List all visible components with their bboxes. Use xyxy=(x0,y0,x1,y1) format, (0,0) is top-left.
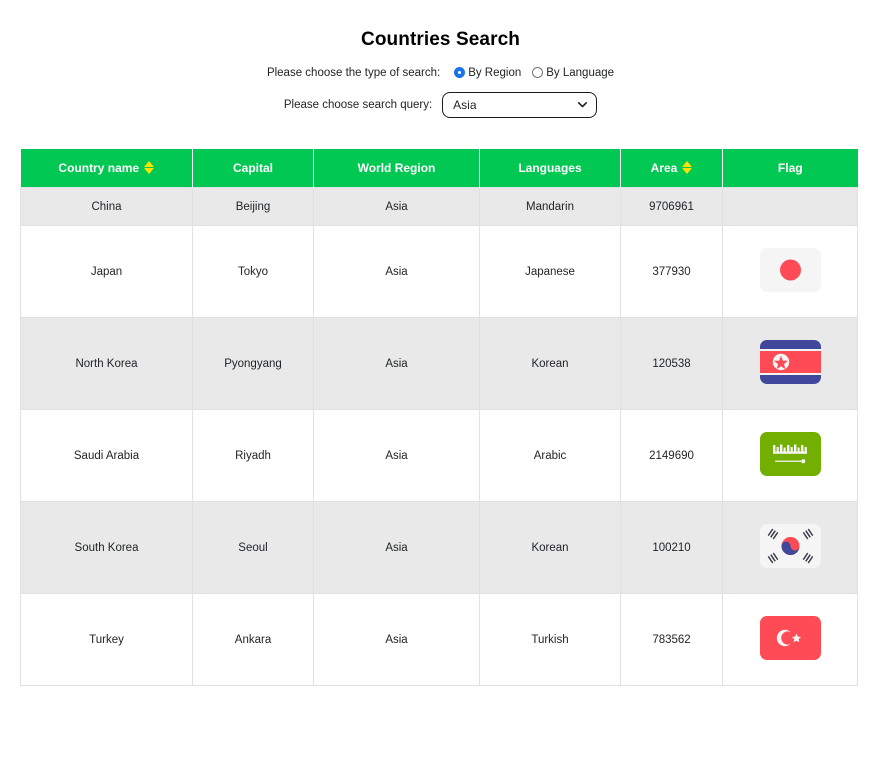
cell-languages: Arabic xyxy=(479,409,621,503)
table-row: China Beijing Asia Mandarin 9706961 xyxy=(20,187,858,227)
cell-area: 9706961 xyxy=(620,187,723,227)
cell-flag xyxy=(722,593,858,687)
column-label-flag: Flag xyxy=(777,160,803,175)
cell-country-name: Japan xyxy=(20,225,193,319)
cell-capital: Riyadh xyxy=(192,409,314,503)
cell-flag xyxy=(722,225,858,319)
column-header-flag[interactable]: Flag xyxy=(722,148,858,188)
column-header-capital[interactable]: Capital xyxy=(192,148,314,188)
table-header-row: Country name Capital World Region Langua… xyxy=(20,148,858,188)
flag-saudi-arabia-icon xyxy=(759,432,821,479)
cell-capital: Beijing xyxy=(192,187,314,227)
cell-languages: Turkish xyxy=(479,593,621,687)
flag-south-korea-icon xyxy=(759,524,821,571)
column-header-country-name[interactable]: Country name xyxy=(20,148,193,188)
column-header-languages[interactable]: Languages xyxy=(479,148,621,188)
search-type-radio-group[interactable]: By Region By Language xyxy=(454,67,614,79)
column-label-world-region: World Region xyxy=(357,160,436,175)
cell-world-region: Asia xyxy=(313,225,480,319)
search-query-row: Please choose search query: Asia xyxy=(0,91,881,118)
cell-capital: Ankara xyxy=(192,593,314,687)
column-label-country-name: Country name xyxy=(58,160,140,175)
cell-world-region: Asia xyxy=(313,317,480,411)
column-label-languages: Languages xyxy=(518,160,582,175)
cell-capital: Tokyo xyxy=(192,225,314,319)
cell-languages: Korean xyxy=(479,501,621,595)
radio-label-by-language: By Language xyxy=(546,66,615,79)
flag-turkey-icon xyxy=(759,616,821,663)
table-row: North Korea Pyongyang Asia Korean 120538 xyxy=(20,317,858,411)
cell-area: 100210 xyxy=(620,501,723,595)
cell-area: 2149690 xyxy=(620,409,723,503)
table-row: Saudi Arabia Riyadh Asia Arabic 2149690 xyxy=(20,409,858,503)
cell-world-region: Asia xyxy=(313,409,480,503)
cell-languages: Korean xyxy=(479,317,621,411)
search-query-selected-value: Asia xyxy=(453,97,477,112)
cell-world-region: Asia xyxy=(313,501,480,595)
search-query-select[interactable]: Asia xyxy=(442,91,598,118)
cell-flag xyxy=(722,187,858,227)
search-controls: Please choose the type of search: By Reg… xyxy=(0,67,881,118)
cell-flag xyxy=(722,501,858,595)
cell-capital: Seoul xyxy=(192,501,314,595)
cell-country-name: China xyxy=(20,187,193,227)
table-row: Japan Tokyo Asia Japanese 377930 xyxy=(20,225,858,319)
cell-languages: Mandarin xyxy=(479,187,621,227)
countries-table-body: China Beijing Asia Mandarin 9706961 Japan Toky… xyxy=(20,187,858,687)
cell-world-region: Asia xyxy=(313,187,480,227)
cell-area: 120538 xyxy=(620,317,723,411)
search-type-row: Please choose the type of search: By Reg… xyxy=(0,67,881,79)
table-row: South Korea Seoul Asia Korean 100210 xyxy=(20,501,858,595)
cell-country-name: Turkey xyxy=(20,593,193,687)
radio-option-by-region[interactable]: By Region xyxy=(454,67,521,79)
column-label-area: Area xyxy=(650,160,678,175)
countries-table-wrapper: Country name Capital World Region Langua… xyxy=(20,148,858,687)
countries-table: Country name Capital World Region Langua… xyxy=(20,148,858,687)
cell-area: 783562 xyxy=(620,593,723,687)
search-query-label: Please choose search query: xyxy=(283,98,433,111)
column-header-area[interactable]: Area xyxy=(620,148,723,188)
column-label-capital: Capital xyxy=(232,160,273,175)
chevron-down-icon xyxy=(577,99,588,110)
cell-country-name: South Korea xyxy=(20,501,193,595)
radio-button-by-region[interactable] xyxy=(454,67,466,79)
flag-north-korea-icon xyxy=(759,340,821,387)
cell-country-name: North Korea xyxy=(20,317,193,411)
search-type-label: Please choose the type of search: xyxy=(266,66,441,79)
cell-area: 377930 xyxy=(620,225,723,319)
cell-country-name: Saudi Arabia xyxy=(20,409,193,503)
radio-label-by-region: By Region xyxy=(468,66,522,79)
cell-capital: Pyongyang xyxy=(192,317,314,411)
page-title: Countries Search xyxy=(361,28,520,50)
sort-arrows-icon-country-name[interactable] xyxy=(144,161,155,175)
countries-table-head: Country name Capital World Region Langua… xyxy=(20,148,858,188)
radio-option-by-language[interactable]: By Language xyxy=(532,67,614,79)
cell-flag xyxy=(722,317,858,411)
radio-button-by-language[interactable] xyxy=(532,67,544,79)
cell-world-region: Asia xyxy=(313,593,480,687)
sort-arrows-icon-area[interactable] xyxy=(682,161,693,175)
table-row: Turkey Ankara Asia Turkish 783562 xyxy=(20,593,858,687)
cell-languages: Japanese xyxy=(479,225,621,319)
flag-japan-icon xyxy=(759,248,821,295)
countries-search-page: Countries Search Please choose the type … xyxy=(0,13,881,766)
cell-flag xyxy=(722,409,858,503)
column-header-world-region[interactable]: World Region xyxy=(313,148,480,188)
